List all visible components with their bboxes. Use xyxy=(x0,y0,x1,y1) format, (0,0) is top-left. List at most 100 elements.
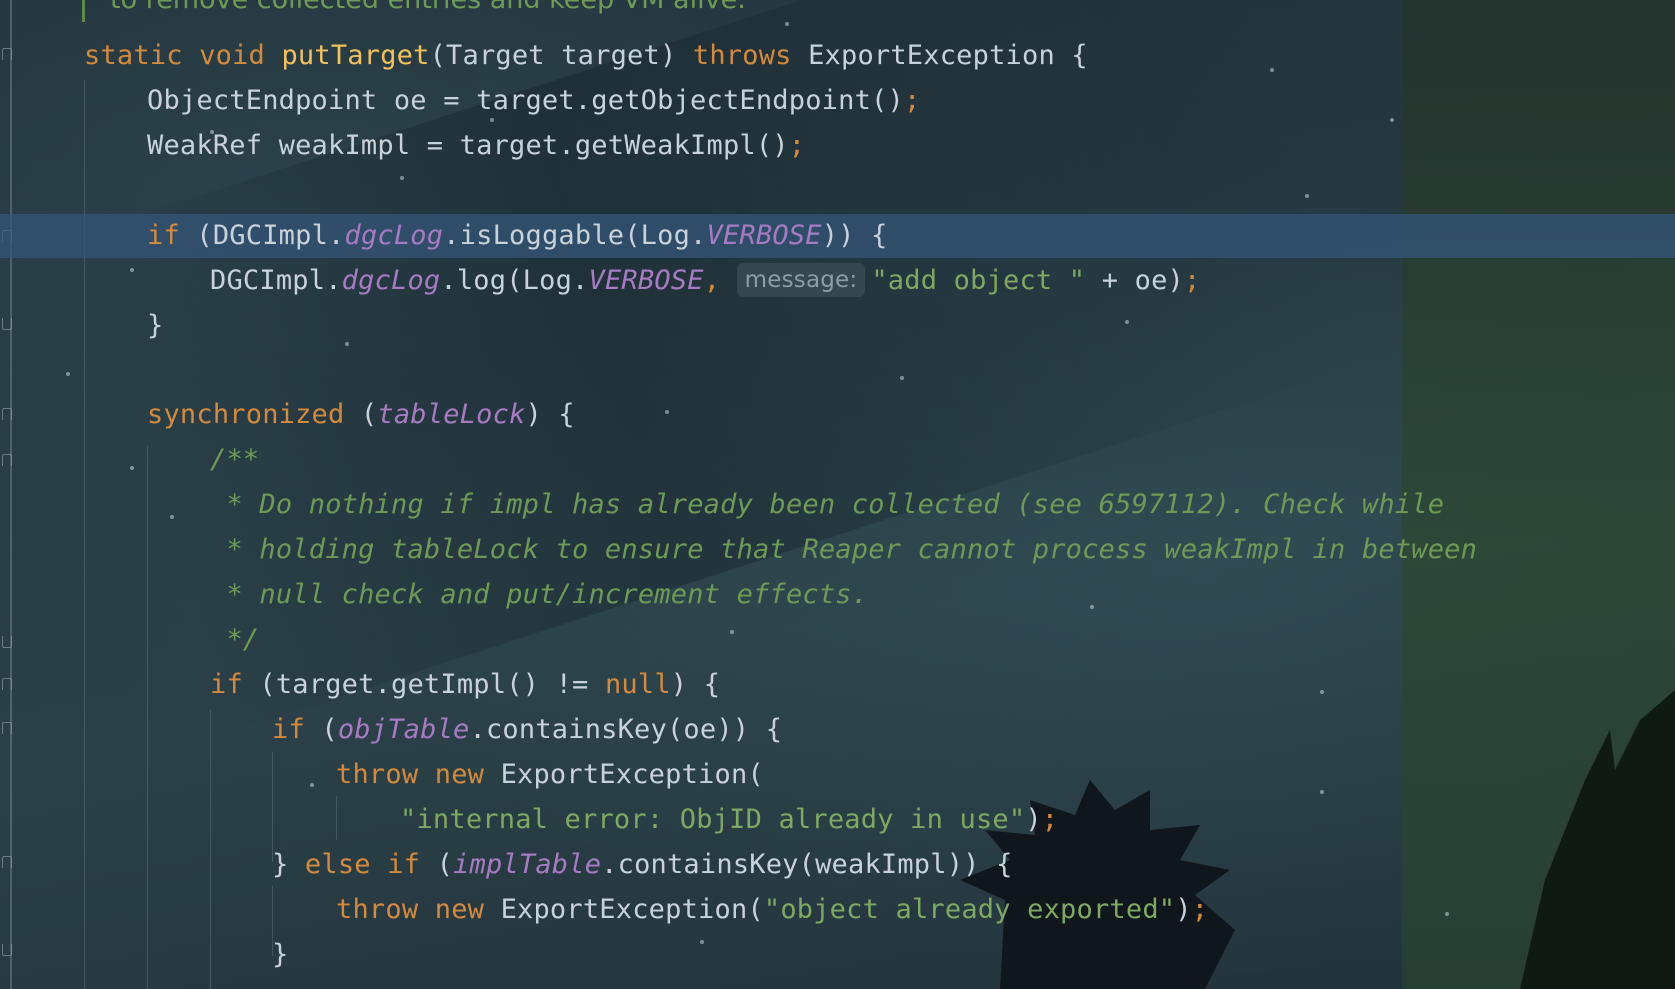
keyword-token[interactable]: throws xyxy=(693,40,808,71)
punctuation-token[interactable]: ; xyxy=(1184,265,1200,296)
string-token[interactable]: "add object " xyxy=(871,265,1085,296)
field-token[interactable]: VERBOSE xyxy=(707,220,822,251)
comment-token[interactable]: * holding tableLock to ensure that Reape… xyxy=(210,534,1477,565)
background-star xyxy=(1320,790,1324,794)
fold-toggle-icon[interactable] xyxy=(2,944,12,956)
code-token[interactable]: ( xyxy=(437,849,453,880)
fold-toggle-icon[interactable] xyxy=(2,722,12,734)
field-token[interactable]: dgcLog xyxy=(344,220,443,251)
fold-toggle-icon[interactable] xyxy=(2,408,12,420)
punctuation-token[interactable]: ; xyxy=(1192,894,1208,925)
editor-gutter xyxy=(0,0,12,989)
code-line[interactable]: if (DGCImpl.dgcLog.isLoggable(Log.VERBOS… xyxy=(147,214,888,258)
field-token[interactable]: VERBOSE xyxy=(589,265,704,296)
punctuation-token[interactable]: ; xyxy=(789,130,805,161)
code-line[interactable]: if (target.getImpl() != null) { xyxy=(210,663,720,707)
background-star xyxy=(345,342,349,346)
code-token[interactable]: .containsKey(weakImpl)) { xyxy=(601,849,1012,880)
code-line[interactable]: * holding tableLock to ensure that Reape… xyxy=(210,528,1477,572)
fold-toggle-icon[interactable] xyxy=(2,48,12,60)
code-line[interactable]: */ xyxy=(210,618,259,662)
indent-guide xyxy=(147,446,148,989)
code-token[interactable]: ExportException { xyxy=(808,40,1088,71)
code-token[interactable]: DGCImpl. xyxy=(210,265,342,296)
fold-toggle-icon[interactable] xyxy=(2,318,12,330)
code-line[interactable]: synchronized (tableLock) { xyxy=(147,393,575,437)
code-token[interactable]: ) xyxy=(1175,894,1191,925)
background-star xyxy=(66,372,70,376)
code-token[interactable]: ) xyxy=(1025,804,1041,835)
code-token[interactable]: ExportException( xyxy=(501,759,764,790)
code-token[interactable]: } xyxy=(272,939,288,970)
keyword-token[interactable]: null xyxy=(605,669,671,700)
code-token[interactable]: WeakRef weakImpl = target.getWeakImpl() xyxy=(147,130,789,161)
code-token[interactable]: (Target target) xyxy=(430,40,693,71)
code-token[interactable]: } xyxy=(272,849,305,880)
field-token[interactable]: dgcLog xyxy=(342,265,441,296)
code-token[interactable]: ( xyxy=(321,714,337,745)
code-line[interactable]: throw new ExportException("object alread… xyxy=(336,888,1208,932)
code-line[interactable]: } else if (implTable.containsKey(weakImp… xyxy=(272,843,1013,887)
punctuation-token[interactable]: ; xyxy=(1042,804,1058,835)
code-line[interactable]: if (objTable.containsKey(oe)) { xyxy=(272,708,782,752)
background-star xyxy=(785,22,789,26)
string-token[interactable]: "object already exported" xyxy=(764,894,1175,925)
background-star xyxy=(1125,320,1129,324)
punctuation-token[interactable]: , xyxy=(704,265,737,296)
field-token[interactable]: tableLock xyxy=(377,399,525,430)
background-star xyxy=(130,268,134,272)
code-line[interactable]: DGCImpl.dgcLog.log(Log.VERBOSE, message:… xyxy=(210,259,1200,303)
code-token[interactable]: .log(Log. xyxy=(440,265,588,296)
code-line[interactable]: throw new ExportException( xyxy=(336,753,764,797)
code-token[interactable]: .containsKey(oe)) { xyxy=(470,714,783,745)
code-line[interactable]: static void putTarget(Target target) thr… xyxy=(84,34,1088,78)
keyword-token[interactable]: if xyxy=(210,669,259,700)
fold-toggle-icon[interactable] xyxy=(2,636,12,648)
keyword-token[interactable]: throw new xyxy=(336,894,501,925)
code-token[interactable]: ObjectEndpoint oe = target.getObjectEndp… xyxy=(147,85,904,116)
comment-token[interactable]: * Do nothing if impl has already been co… xyxy=(210,489,1444,520)
code-line[interactable]: } xyxy=(147,304,163,348)
field-token[interactable]: objTable xyxy=(338,714,470,745)
code-line[interactable]: ObjectEndpoint oe = target.getObjectEndp… xyxy=(147,79,920,123)
punctuation-token[interactable]: ; xyxy=(904,85,920,116)
code-line[interactable]: } xyxy=(272,933,288,977)
fold-toggle-icon[interactable] xyxy=(2,454,12,466)
background-star xyxy=(665,410,669,414)
code-token[interactable]: ) { xyxy=(671,669,720,700)
code-line[interactable]: "internal error: ObjID already in use"); xyxy=(400,798,1058,842)
code-token[interactable]: + oe) xyxy=(1085,265,1184,296)
indent-guide xyxy=(336,796,337,840)
keyword-token[interactable]: if xyxy=(147,220,196,251)
code-token[interactable]: ) { xyxy=(526,399,575,430)
function-name-token[interactable]: putTarget xyxy=(281,40,429,71)
code-token[interactable]: )) { xyxy=(822,220,888,251)
comment-token[interactable]: * null check and put/increment effects. xyxy=(210,579,868,610)
string-token[interactable]: "internal error: ObjID already in use" xyxy=(400,804,1025,835)
background-star xyxy=(1270,68,1274,72)
background-star xyxy=(730,630,734,634)
keyword-token[interactable]: static void xyxy=(84,40,281,71)
code-token[interactable]: ExportException( xyxy=(501,894,764,925)
code-editor[interactable]: to remove collected entries and keep VM … xyxy=(0,0,1675,989)
keyword-token[interactable]: else if xyxy=(305,849,437,880)
fold-toggle-icon[interactable] xyxy=(2,678,12,690)
code-line[interactable]: * null check and put/increment effects. xyxy=(210,573,868,617)
comment-token[interactable]: /** xyxy=(210,444,259,475)
code-line[interactable]: WeakRef weakImpl = target.getWeakImpl(); xyxy=(147,124,805,168)
keyword-token[interactable]: throw new xyxy=(336,759,501,790)
field-token[interactable]: implTable xyxy=(453,849,601,880)
code-line[interactable]: /** xyxy=(210,438,259,482)
background-star xyxy=(1305,194,1309,198)
code-token[interactable]: } xyxy=(147,310,163,341)
keyword-token[interactable]: if xyxy=(272,714,321,745)
fold-toggle-icon[interactable] xyxy=(2,856,12,868)
code-token[interactable]: (target.getImpl() != xyxy=(259,669,605,700)
code-token[interactable]: .isLoggable(Log. xyxy=(443,220,706,251)
comment-token[interactable]: */ xyxy=(210,624,259,655)
keyword-token[interactable]: synchronized xyxy=(147,399,361,430)
code-token[interactable]: ( xyxy=(361,399,377,430)
code-token[interactable]: (DGCImpl. xyxy=(196,220,344,251)
code-line[interactable]: * Do nothing if impl has already been co… xyxy=(210,483,1444,527)
background-star xyxy=(310,783,314,787)
